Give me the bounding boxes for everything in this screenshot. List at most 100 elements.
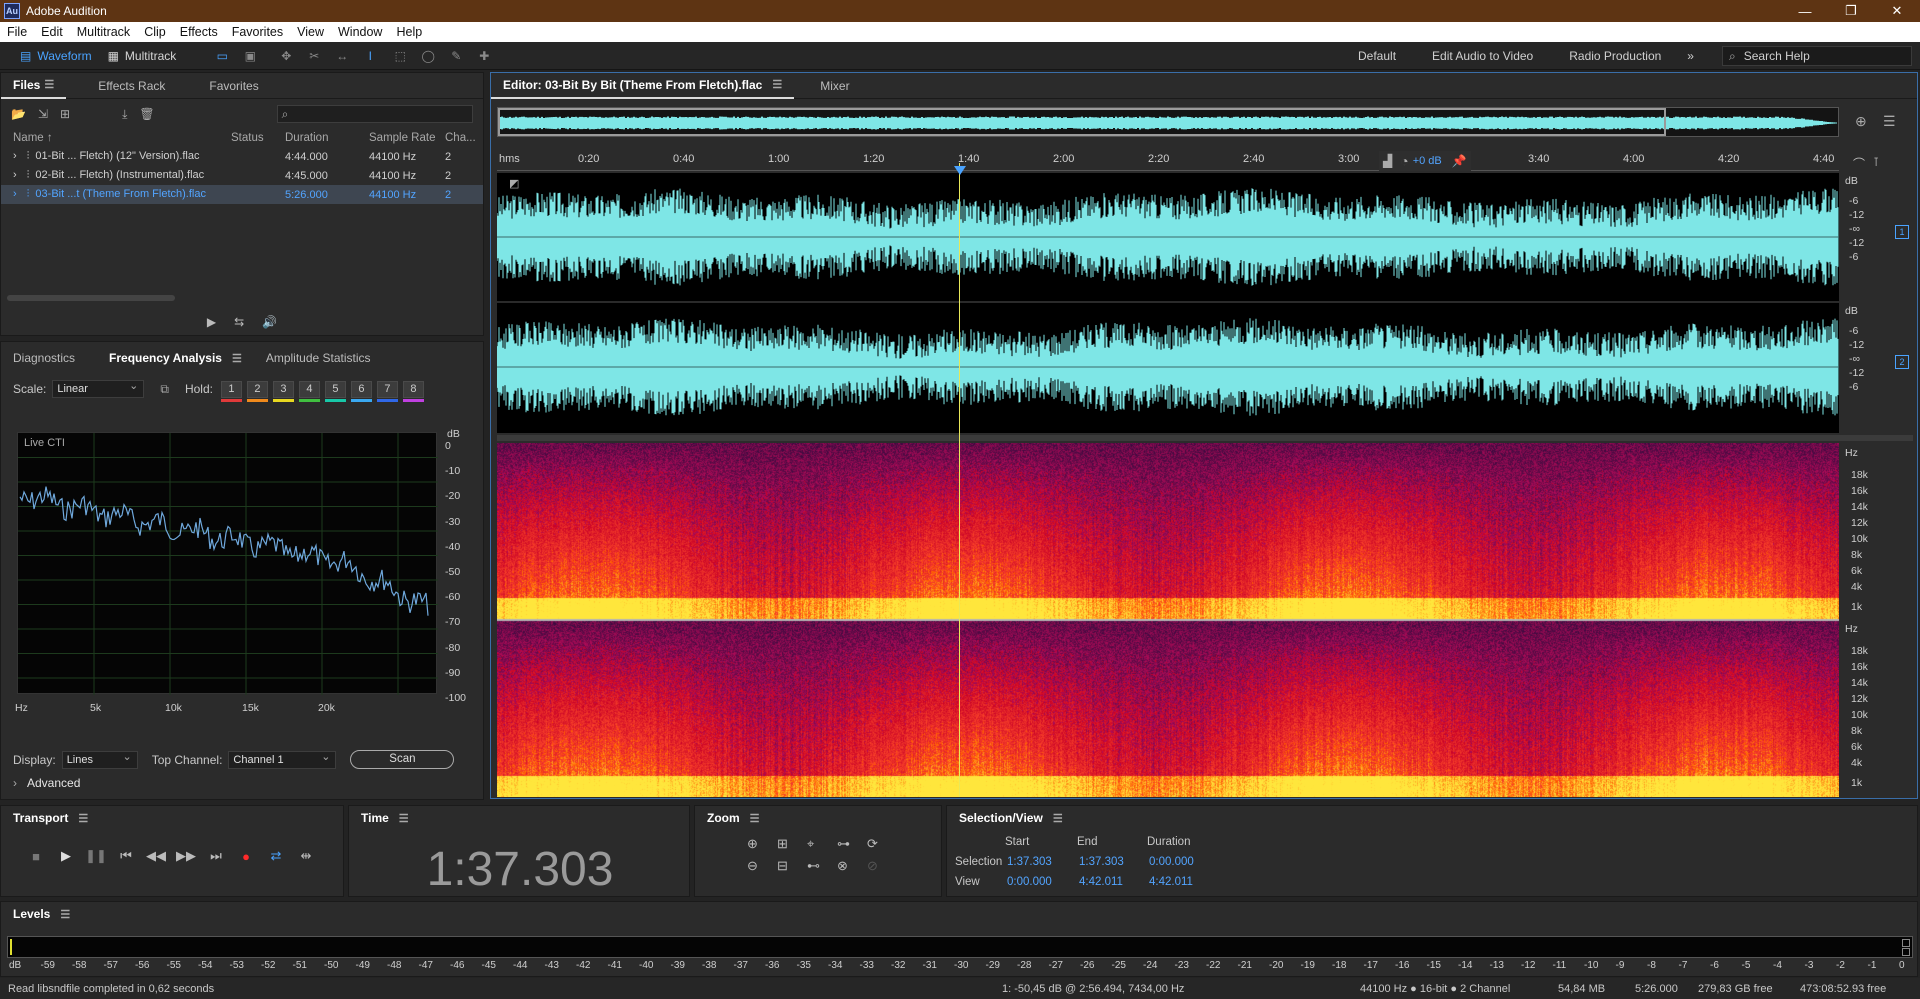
selection-end-field[interactable]: 1:37.303 bbox=[1079, 856, 1124, 868]
menu-edit[interactable]: Edit bbox=[34, 25, 70, 39]
spot-healing-tool-icon[interactable]: ✚ bbox=[476, 49, 492, 63]
gain-value[interactable]: +0 dB bbox=[1413, 155, 1442, 167]
spectral-display-icon[interactable]: ▣ bbox=[242, 49, 258, 63]
hold-button-7[interactable]: 7 bbox=[376, 380, 398, 402]
display-divider[interactable] bbox=[497, 435, 1913, 441]
gain-knob-icon[interactable]: ◔ bbox=[1400, 153, 1408, 169]
scale-select[interactable]: Linear bbox=[52, 379, 145, 398]
menu-help[interactable]: Help bbox=[389, 25, 429, 39]
hold-button-2[interactable]: 2 bbox=[246, 380, 268, 402]
delete-icon[interactable]: 🗑 bbox=[139, 107, 154, 121]
preview-volume-icon[interactable]: 🔊 bbox=[262, 315, 277, 329]
gain-hud[interactable]: ▟ ◔ +0 dB 📌 bbox=[1379, 151, 1471, 171]
new-file-icon[interactable]: ⊞ bbox=[60, 107, 70, 121]
tab-files[interactable]: Files ☰ bbox=[1, 73, 67, 99]
import-icon[interactable]: ⇲ bbox=[38, 107, 48, 121]
waveform-display-icon[interactable]: ▭ bbox=[214, 49, 230, 63]
expand-icon[interactable]: › bbox=[13, 150, 17, 162]
scan-button[interactable]: Scan bbox=[350, 750, 455, 769]
hold-button-3[interactable]: 3 bbox=[272, 380, 294, 402]
top-channel-select[interactable]: Channel 1 bbox=[228, 750, 337, 769]
lasso-tool-icon[interactable]: ◯ bbox=[420, 49, 436, 63]
zoom-in-amplitude-icon[interactable]: ⊕ bbox=[747, 836, 777, 852]
channel-badge[interactable]: 2 bbox=[1895, 355, 1909, 369]
time-display[interactable]: 1:37.303 bbox=[349, 842, 691, 897]
playhead-cti[interactable] bbox=[959, 163, 960, 797]
tab-amplitude-statistics[interactable]: Amplitude Statistics bbox=[254, 342, 383, 374]
tab-favorites[interactable]: Favorites bbox=[197, 73, 270, 99]
display-select[interactable]: Lines bbox=[61, 750, 138, 769]
move-tool-icon[interactable]: ✥ bbox=[278, 49, 294, 63]
workspace-default[interactable]: Default bbox=[1340, 49, 1414, 63]
waveform-view-button[interactable]: ▤ Waveform bbox=[12, 45, 100, 67]
channel-badge[interactable]: 1 bbox=[1895, 225, 1909, 239]
stop-button[interactable]: ■ bbox=[21, 844, 51, 868]
advanced-toggle[interactable]: Advanced bbox=[27, 776, 80, 790]
selection-start-field[interactable]: 1:37.303 bbox=[1007, 856, 1052, 868]
menu-clip[interactable]: Clip bbox=[137, 25, 173, 39]
zoom-reset-icon[interactable]: ⟳ bbox=[867, 836, 897, 852]
panel-menu-icon[interactable]: ☰ bbox=[750, 812, 760, 825]
loop-playback-button[interactable]: ⇄ bbox=[261, 844, 291, 868]
maximize-button[interactable]: ❐ bbox=[1828, 0, 1874, 22]
menu-file[interactable]: File bbox=[0, 25, 34, 39]
pin-icon[interactable]: 📌 bbox=[1452, 154, 1467, 168]
hud-toggle-icon[interactable]: ◩ bbox=[509, 177, 519, 190]
hold-button-4[interactable]: 4 bbox=[298, 380, 320, 402]
go-to-previous-button[interactable]: ⏮ bbox=[111, 844, 141, 868]
preview-play-icon[interactable]: ▶ bbox=[207, 315, 216, 329]
menu-effects[interactable]: Effects bbox=[173, 25, 225, 39]
zoom-in-time-button-icon[interactable]: ⊞ bbox=[777, 836, 807, 852]
screenshot-icon[interactable]: ⧉ bbox=[160, 382, 169, 397]
menu-multitrack[interactable]: Multitrack bbox=[70, 25, 137, 39]
slip-tool-icon[interactable]: ↔ bbox=[334, 49, 350, 63]
clip-indicator[interactable] bbox=[1902, 939, 1910, 947]
zoom-to-selection-button-icon[interactable]: ⌖ bbox=[807, 836, 837, 852]
spectral-display[interactable] bbox=[497, 443, 1839, 797]
hold-button-1[interactable]: 1 bbox=[220, 380, 242, 402]
table-row[interactable]: › ⫶ 01-Bit ... Fletch) (12" Version).flac 4… bbox=[1, 147, 483, 166]
pause-button[interactable]: ❚❚ bbox=[81, 844, 111, 868]
view-duration-field[interactable]: 4:42.011 bbox=[1149, 876, 1193, 888]
hold-button-5[interactable]: 5 bbox=[324, 380, 346, 402]
menu-window[interactable]: Window bbox=[331, 25, 389, 39]
clip-indicator-2[interactable] bbox=[1902, 948, 1910, 956]
selection-duration-field[interactable]: 0:00.000 bbox=[1149, 856, 1194, 868]
panel-menu-icon[interactable]: ☰ bbox=[232, 352, 242, 365]
razor-tool-icon[interactable]: ✂ bbox=[306, 49, 322, 63]
menu-favorites[interactable]: Favorites bbox=[225, 25, 290, 39]
open-file-icon[interactable]: 📂 bbox=[11, 107, 26, 121]
zoom-to-selected-track-icon[interactable]: ⊘ bbox=[867, 858, 897, 874]
chevron-right-icon[interactable]: › bbox=[13, 776, 17, 790]
files-scrollbar[interactable] bbox=[7, 295, 175, 301]
table-row[interactable]: › ⫶ 02-Bit ... Fletch) (Instrumental).flac… bbox=[1, 166, 483, 185]
expand-icon[interactable]: › bbox=[13, 169, 17, 181]
time-selection-tool-icon[interactable]: I bbox=[362, 49, 378, 63]
panel-menu-icon[interactable]: ☰ bbox=[60, 908, 70, 921]
workspace-edit-audio-to-video[interactable]: Edit Audio to Video bbox=[1414, 49, 1551, 63]
close-button[interactable]: ✕ bbox=[1874, 0, 1920, 22]
expand-icon[interactable]: › bbox=[13, 188, 17, 200]
time-ruler[interactable]: hms 0:20 0:40 1:00 1:20 1:40 2:00 2:20 2:40 3:00 3… bbox=[497, 153, 1839, 171]
visible-range-frame[interactable] bbox=[498, 108, 1666, 136]
menu-view[interactable]: View bbox=[290, 25, 331, 39]
view-start-field[interactable]: 0:00.000 bbox=[1007, 876, 1052, 888]
zoom-in-at-in-point-icon[interactable]: ⊶ bbox=[837, 836, 867, 852]
tab-frequency-analysis[interactable]: Frequency Analysis ☰ bbox=[97, 342, 254, 374]
waveform-display[interactable]: ◩ bbox=[497, 173, 1839, 433]
more-workspaces-button[interactable]: » bbox=[1679, 49, 1702, 63]
playhead-handle-icon[interactable] bbox=[954, 166, 966, 175]
panel-menu-icon[interactable]: ☰ bbox=[772, 78, 782, 91]
zoom-full-icon[interactable]: ⊗ bbox=[837, 858, 867, 874]
files-search-input[interactable]: ⌕ bbox=[276, 105, 473, 123]
tab-mixer[interactable]: Mixer bbox=[808, 73, 861, 99]
zoom-in-at-out-point-icon[interactable]: ⊷ bbox=[807, 858, 837, 874]
go-to-next-button[interactable]: ⏭ bbox=[201, 844, 231, 868]
multitrack-view-button[interactable]: ▦ Multitrack bbox=[100, 45, 185, 67]
marquee-tool-icon[interactable]: ⬚ bbox=[392, 49, 408, 63]
view-end-field[interactable]: 4:42.011 bbox=[1079, 876, 1123, 888]
search-help-input[interactable]: ⌕ Search Help bbox=[1722, 46, 1912, 66]
overview-navigator[interactable] bbox=[497, 107, 1839, 137]
table-row[interactable]: › ⫶ 03-Bit ...t (Theme From Fletch).flac 5:… bbox=[1, 185, 483, 204]
panel-menu-icon[interactable]: ☰ bbox=[78, 812, 88, 825]
